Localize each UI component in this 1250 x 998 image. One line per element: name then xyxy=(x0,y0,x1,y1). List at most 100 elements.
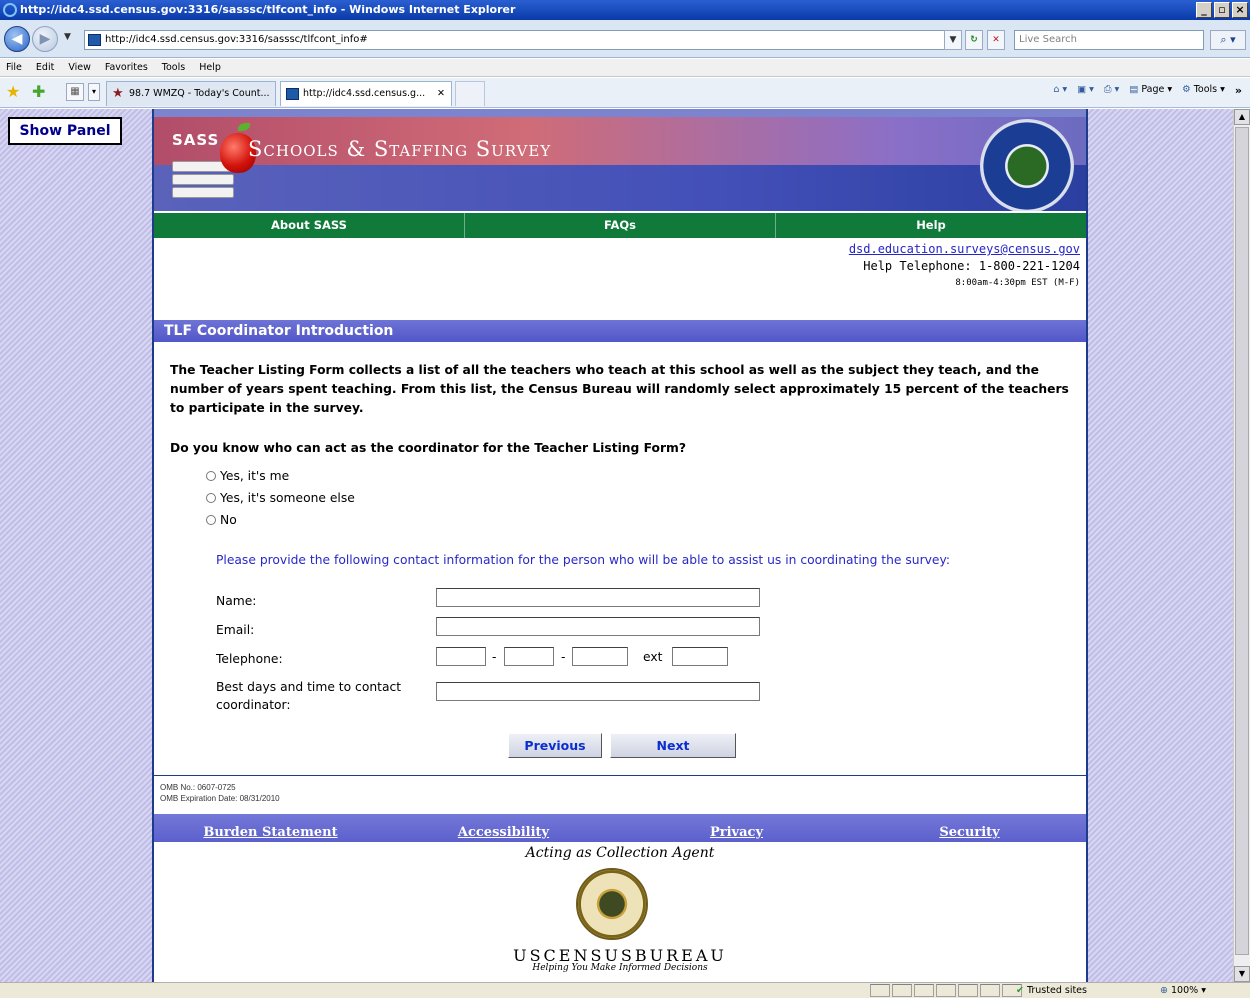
contact-instruction: Please provide the following contact inf… xyxy=(216,553,951,567)
menu-favorites[interactable]: Favorites xyxy=(105,59,148,76)
minimize-button[interactable]: _ xyxy=(1196,2,1212,18)
security-zone[interactable]: ✔ Trusted sites xyxy=(1016,983,1087,998)
feeds-icon[interactable]: ▣ ▾ xyxy=(1077,84,1094,97)
menu-file[interactable]: File xyxy=(6,59,22,76)
best-time-label: Best days and time to contact coordinato… xyxy=(216,680,402,712)
previous-button[interactable]: Previous xyxy=(508,733,602,758)
security-link[interactable]: Security xyxy=(853,814,1086,842)
scroll-down-icon[interactable]: ▼ xyxy=(1234,966,1250,982)
census-bureau-tagline: Helping You Make Informed Decisions xyxy=(532,963,708,973)
site-title: Schools & Staffing Survey xyxy=(248,137,552,161)
nav-help[interactable]: Help xyxy=(776,213,1086,238)
more-chevron-icon[interactable]: » xyxy=(1235,84,1242,97)
maximize-button[interactable]: ▫ xyxy=(1214,2,1230,18)
collection-agent-text: Acting as Collection Agent xyxy=(525,845,715,861)
zoom-icon: ⊕ xyxy=(1160,985,1168,996)
option-yes-me[interactable]: Yes, it's me xyxy=(206,469,289,483)
vertical-scrollbar[interactable]: ▲ ▼ xyxy=(1233,109,1250,982)
omb-info: OMB No.: 0607-0725 OMB Expiration Date: … xyxy=(154,775,1086,813)
telephone-prefix-field[interactable] xyxy=(504,647,554,666)
search-input[interactable]: Live Search xyxy=(1014,30,1204,50)
gear-icon: ⚙ xyxy=(1182,84,1191,95)
name-field[interactable] xyxy=(436,588,760,607)
scroll-up-icon[interactable]: ▲ xyxy=(1234,109,1250,125)
option-no[interactable]: No xyxy=(206,513,237,527)
department-of-education-seal xyxy=(980,119,1074,211)
address-field[interactable]: http://idc4.ssd.census.gov:3316/sasssc/t… xyxy=(84,30,960,50)
tab-label: http://idc4.ssd.census.g... xyxy=(303,88,426,99)
menu-tools[interactable]: Tools xyxy=(162,59,185,76)
nav-about-sass[interactable]: About SASS xyxy=(154,213,465,238)
site-favicon-icon xyxy=(88,34,101,46)
page-menu[interactable]: ▤ Page ▾ xyxy=(1129,84,1172,97)
best-time-field[interactable] xyxy=(436,682,760,701)
section-title: TLF Coordinator Introduction xyxy=(154,320,1086,342)
zoom-control[interactable]: ⊕ 100% ▾ xyxy=(1160,983,1206,998)
intro-text: The Teacher Listing Form collects a list… xyxy=(170,363,1069,415)
window-title: http://idc4.ssd.census.gov:3316/sasssc/t… xyxy=(20,3,516,16)
home-icon[interactable]: ⌂ ▾ xyxy=(1053,84,1067,97)
status-bar: ✔ Trusted sites ⊕ 100% ▾ xyxy=(0,982,1250,998)
email-field[interactable] xyxy=(436,617,760,636)
option-label: No xyxy=(220,513,237,527)
back-button[interactable]: ◀ xyxy=(4,26,30,52)
favorites-star-icon[interactable]: ★ xyxy=(6,84,20,100)
forward-button[interactable]: ▶ xyxy=(32,26,58,52)
menu-bar: File Edit View Favorites Tools Help xyxy=(0,59,1250,77)
radio-button[interactable] xyxy=(206,493,216,503)
page-icon: ▤ xyxy=(1129,84,1139,95)
page-menu-label: Page xyxy=(1141,84,1165,95)
help-telephone: Help Telephone: 1-800-221-1204 xyxy=(863,259,1080,273)
radio-button[interactable] xyxy=(206,471,216,481)
page-viewport: Show Panel SASS Schools & Staffing Surve… xyxy=(0,109,1250,982)
trusted-check-icon: ✔ xyxy=(1016,985,1024,996)
address-text: http://idc4.ssd.census.gov:3316/sasssc/t… xyxy=(105,34,368,45)
menu-view[interactable]: View xyxy=(68,59,91,76)
tab-bar: ★ ✚ ▦ ▾ ★ 98.7 WMZQ - Today's Count... h… xyxy=(0,78,1250,108)
telephone-dash: - xyxy=(492,650,497,664)
nav-faqs[interactable]: FAQs xyxy=(465,213,776,238)
print-icon[interactable]: ⎙ ▾ xyxy=(1104,84,1119,97)
command-bar: ⌂ ▾ ▣ ▾ ⎙ ▾ ▤ Page ▾ ⚙ Tools ▾ » xyxy=(1053,84,1242,97)
address-dropdown-button[interactable]: ▼ xyxy=(944,30,962,50)
tab-wmzq[interactable]: ★ 98.7 WMZQ - Today's Count... xyxy=(106,81,276,106)
telephone-line-field[interactable] xyxy=(572,647,628,666)
refresh-icon[interactable]: ↻ xyxy=(965,30,983,50)
email-label: Email: xyxy=(216,623,255,637)
accessibility-link[interactable]: Accessibility xyxy=(387,814,620,842)
privacy-link[interactable]: Privacy xyxy=(620,814,853,842)
next-button[interactable]: Next xyxy=(610,733,736,758)
menu-help[interactable]: Help xyxy=(199,59,221,76)
search-icon[interactable]: ⌕ ▾ xyxy=(1210,30,1246,50)
tab-list-dropdown-icon[interactable]: ▾ xyxy=(88,83,100,101)
extension-field[interactable] xyxy=(672,647,728,666)
recent-pages-dropdown-icon[interactable]: ▼ xyxy=(64,32,71,42)
option-yes-someone-else[interactable]: Yes, it's someone else xyxy=(206,491,355,505)
tools-menu[interactable]: ⚙ Tools ▾ xyxy=(1182,84,1225,97)
browser-window: http://idc4.ssd.census.gov:3316/sasssc/t… xyxy=(0,0,1250,998)
menu-edit[interactable]: Edit xyxy=(36,59,54,76)
burden-statement-link[interactable]: Burden Statement xyxy=(154,814,387,842)
omb-expiration: OMB Expiration Date: 08/31/2010 xyxy=(160,794,280,803)
quick-tabs-icon[interactable]: ▦ xyxy=(66,83,84,101)
omb-number: OMB No.: 0607-0725 xyxy=(160,783,236,792)
close-window-button[interactable]: × xyxy=(1232,2,1248,18)
close-tab-icon[interactable]: ✕ xyxy=(437,82,445,106)
add-favorite-icon[interactable]: ✚ xyxy=(32,84,45,100)
tab-label: 98.7 WMZQ - Today's Count... xyxy=(129,88,270,99)
telephone-area-code-field[interactable] xyxy=(436,647,486,666)
show-panel-button[interactable]: Show Panel xyxy=(8,117,122,145)
scroll-thumb[interactable] xyxy=(1235,127,1249,955)
name-label: Name: xyxy=(216,594,257,608)
support-email-link[interactable]: dsd.education.surveys@census.gov xyxy=(849,241,1080,257)
tab-census-active[interactable]: http://idc4.ssd.census.g... ✕ xyxy=(280,81,452,106)
radio-button[interactable] xyxy=(206,515,216,525)
extension-label: ext xyxy=(643,650,663,664)
stop-icon[interactable]: ✕ xyxy=(987,30,1005,50)
option-label: Yes, it's someone else xyxy=(220,491,355,505)
new-tab-button[interactable] xyxy=(455,81,485,106)
telephone-label: Telephone: xyxy=(216,652,283,666)
option-label: Yes, it's me xyxy=(220,469,290,483)
status-cells xyxy=(870,984,1022,997)
radio-station-icon: ★ xyxy=(112,86,124,101)
